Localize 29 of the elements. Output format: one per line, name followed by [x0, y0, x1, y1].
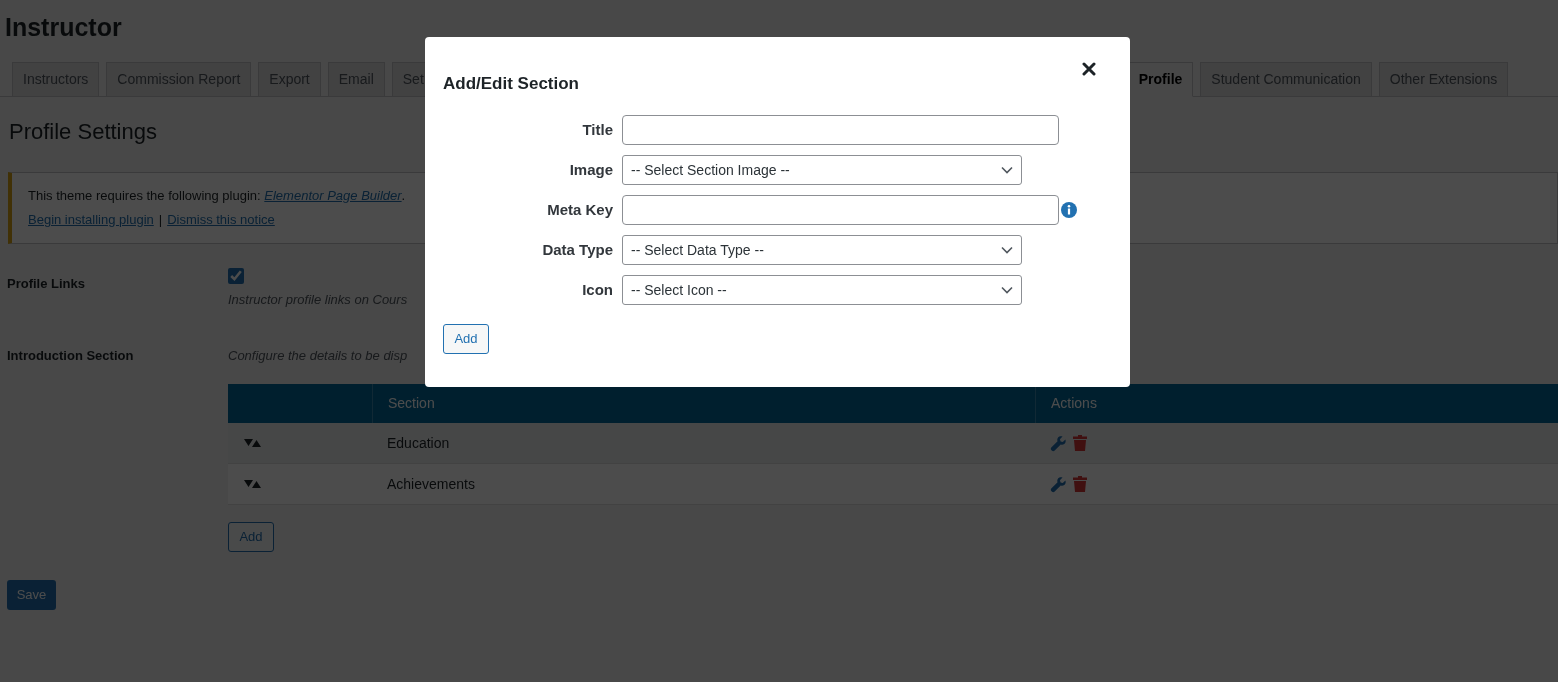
add-button[interactable]: Add: [443, 324, 489, 354]
notice-text: This theme requires the following plugin: Elementor Page Builder.: [28, 187, 406, 205]
select-field[interactable]: -- Select Section Image --: [622, 155, 1022, 185]
page-title: Instructor: [5, 12, 122, 42]
field-label: Image: [569, 159, 613, 180]
close-icon[interactable]: [1082, 62, 1096, 76]
info-icon[interactable]: [1061, 202, 1077, 218]
chevron-down-icon: [1001, 246, 1013, 254]
chevron-down-icon: [1001, 286, 1013, 294]
modal-title: Add/Edit Section: [443, 73, 579, 95]
select-field[interactable]: -- Select Icon --: [622, 275, 1022, 305]
input-field[interactable]: [622, 115, 1059, 145]
field-label: Icon: [582, 279, 613, 300]
column-header: Section: [388, 394, 435, 413]
setting-label: Introduction Section: [7, 346, 135, 365]
section-heading: Profile Settings: [9, 119, 157, 145]
table-cell: Education: [387, 435, 450, 451]
select-field[interactable]: -- Select Data Type --: [622, 235, 1022, 265]
chevron-down-icon: [1001, 166, 1013, 174]
field-label: Meta Key: [547, 199, 613, 220]
link-separator: |: [158, 211, 163, 229]
plugin-link[interactable]: Elementor Page Builder: [264, 188, 402, 203]
table-cell: Achievements: [387, 476, 475, 492]
field-label: Data Type: [542, 239, 613, 260]
input-field[interactable]: [622, 195, 1059, 225]
setting-label: Profile Links: [7, 275, 87, 293]
field-label: Title: [582, 119, 613, 140]
column-header: Actions: [1051, 394, 1097, 413]
notice-link[interactable]: Begin installing plugin: [28, 211, 154, 229]
